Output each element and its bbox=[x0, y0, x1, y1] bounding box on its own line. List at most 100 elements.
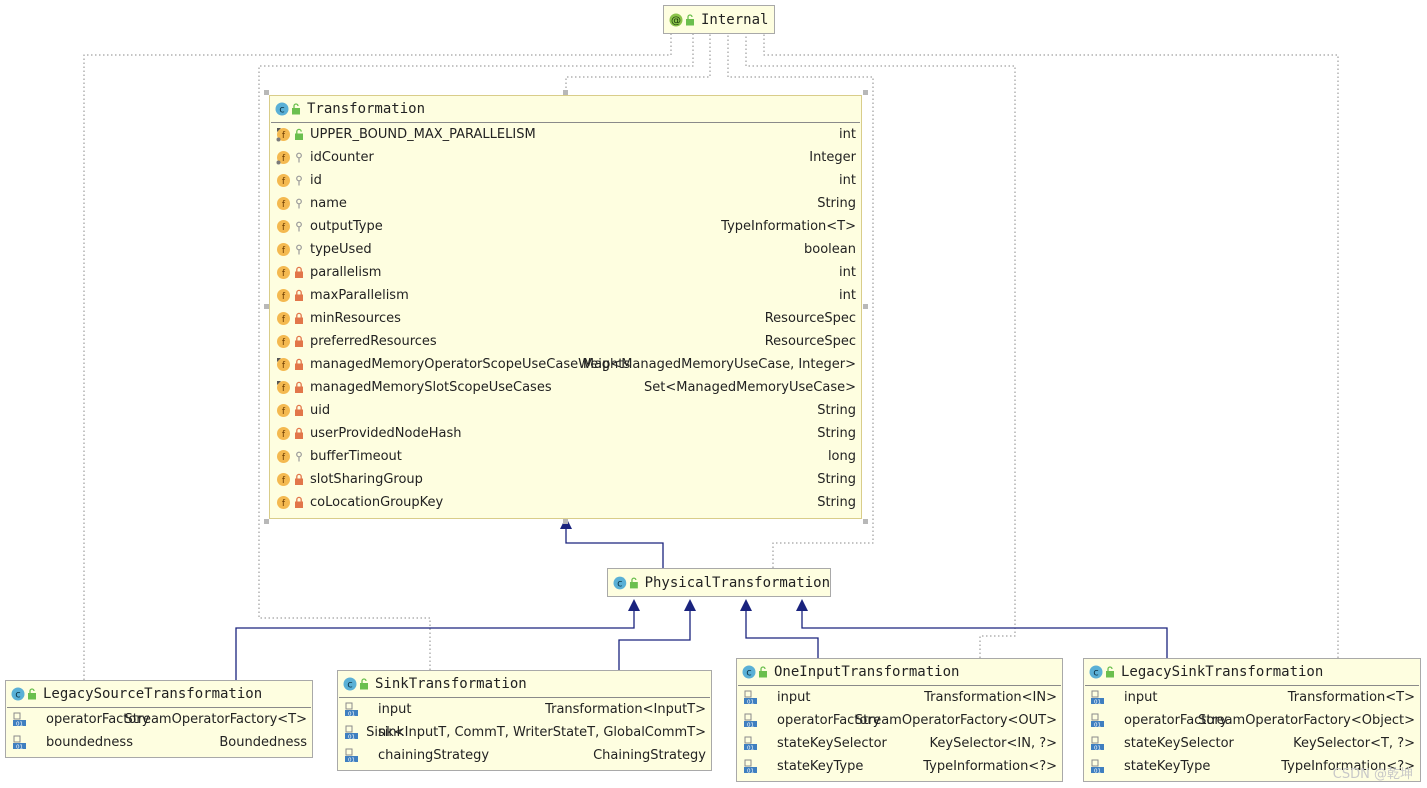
annotation-name: Internal bbox=[701, 11, 769, 28]
field-row[interactable]: 01 boundedness Boundedness bbox=[6, 731, 312, 754]
static-field-icon: f bbox=[276, 151, 290, 165]
field-row[interactable]: f minResources ResourceSpec bbox=[270, 307, 861, 330]
field-name: maxParallelism bbox=[310, 288, 409, 303]
field-row[interactable]: f slotSharingGroup String bbox=[270, 468, 861, 491]
private-lock-icon bbox=[295, 289, 303, 301]
field-name: typeUsed bbox=[310, 242, 372, 257]
field-row[interactable]: f preferredResources ResourceSpec bbox=[270, 330, 861, 353]
field-icon: f bbox=[277, 335, 290, 348]
one-input-transformation-class-box[interactable]: c OneInputTransformation 01 input Transfor… bbox=[736, 658, 1063, 782]
field-type: Sink<InputT, CommT, WriterStateT, Global… bbox=[366, 725, 706, 740]
field-icon: f bbox=[277, 404, 290, 417]
field-type: String bbox=[817, 403, 856, 418]
selection-handle[interactable] bbox=[863, 90, 868, 95]
field-name: stateKeySelector bbox=[1124, 736, 1234, 751]
svg-text:01: 01 bbox=[747, 699, 754, 705]
field-row[interactable]: f bufferTimeout long bbox=[270, 445, 861, 468]
selection-handle[interactable] bbox=[264, 90, 269, 95]
internal-annotation-box[interactable]: @ Internal bbox=[663, 5, 775, 34]
field-type: String bbox=[817, 196, 856, 211]
field-row[interactable]: f managedMemoryOperatorScopeUseCaseWeight… bbox=[270, 353, 861, 376]
private-lock-icon bbox=[295, 473, 303, 485]
field-row[interactable]: 01 operatorFactory StreamOperatorFactory<T… bbox=[6, 708, 312, 731]
watermark: CSDN @乾坤 bbox=[1332, 767, 1413, 782]
svg-text:c: c bbox=[15, 690, 21, 701]
field-row[interactable]: f id int bbox=[270, 169, 861, 192]
physical-transformation-class-box[interactable]: c PhysicalTransformation bbox=[607, 568, 831, 597]
selection-handle[interactable] bbox=[863, 304, 868, 309]
field-type: Integer bbox=[809, 150, 856, 165]
field-row[interactable]: 01 input Transformation<InputT> bbox=[338, 698, 711, 721]
field-row[interactable]: f outputType TypeInformation<T> bbox=[270, 215, 861, 238]
class-icon: c bbox=[11, 687, 25, 701]
private-lock-icon bbox=[295, 335, 303, 347]
field-row[interactable]: 01 operatorFactory StreamOperatorFactory<O… bbox=[1084, 709, 1420, 732]
selection-handle[interactable] bbox=[264, 304, 269, 309]
svg-text:01: 01 bbox=[1094, 699, 1101, 705]
transformation-class-box[interactable]: c Transformation f UPPER_BOUND_MAX_PARALL… bbox=[269, 95, 862, 519]
field-row[interactable]: f UPPER_BOUND_MAX_PARALLELISM int bbox=[270, 123, 861, 146]
field-type: String bbox=[817, 426, 856, 441]
field-name: slotSharingGroup bbox=[310, 472, 423, 487]
field-row[interactable]: 01 stateKeySelector KeySelector<IN, ?> bbox=[737, 732, 1062, 755]
field-row[interactable]: 01 stateKeyType TypeInformation<?> bbox=[737, 755, 1062, 778]
field-name: outputType bbox=[310, 219, 383, 234]
field-row[interactable]: 01 sink Sink<InputT, CommT, WriterStateT, … bbox=[338, 721, 711, 744]
field-row[interactable]: f maxParallelism int bbox=[270, 284, 861, 307]
selection-handle[interactable] bbox=[563, 90, 568, 95]
svg-text:c: c bbox=[1093, 668, 1099, 679]
class-icon: c bbox=[275, 102, 289, 116]
legacy-source-transformation-class-box[interactable]: c LegacySourceTransformation 01 operatorF… bbox=[5, 680, 313, 758]
field-row[interactable]: f coLocationGroupKey String bbox=[270, 491, 861, 514]
static-final-field-icon: f bbox=[276, 128, 290, 142]
class-icon: c bbox=[343, 677, 357, 691]
private-lock-icon bbox=[295, 358, 303, 370]
public-lock-icon bbox=[292, 103, 300, 115]
field-type: int bbox=[839, 288, 856, 303]
field-list: 01 input Transformation<InputT> 01 sink Sink<… bbox=[338, 698, 711, 767]
field-row[interactable]: 01 input Transformation<T> bbox=[1084, 686, 1420, 709]
svg-text:01: 01 bbox=[747, 745, 754, 751]
package-visibility-icon bbox=[296, 244, 302, 255]
field-row[interactable]: f parallelism int bbox=[270, 261, 861, 284]
field-type: String bbox=[817, 472, 856, 487]
private-lock-icon bbox=[295, 381, 303, 393]
field-name: input bbox=[378, 702, 412, 717]
sink-transformation-class-box[interactable]: c SinkTransformation 01 input Transformati… bbox=[337, 670, 712, 771]
public-lock-icon bbox=[686, 13, 694, 25]
inherit-arrow-physical-4 bbox=[796, 599, 808, 611]
field-row[interactable]: f uid String bbox=[270, 399, 861, 422]
class-name: LegacySinkTransformation bbox=[1121, 664, 1324, 680]
selection-handle[interactable] bbox=[563, 519, 568, 524]
selection-handle[interactable] bbox=[264, 519, 269, 524]
field-row[interactable]: f managedMemorySlotScopeUseCases Set<Manag… bbox=[270, 376, 861, 399]
field-row[interactable]: 01 stateKeySelector KeySelector<T, ?> bbox=[1084, 732, 1420, 755]
property-icon: 01 bbox=[345, 748, 358, 763]
svg-text:01: 01 bbox=[1094, 722, 1101, 728]
field-type: int bbox=[839, 127, 856, 142]
field-type: ResourceSpec bbox=[764, 334, 856, 349]
field-type: ResourceSpec bbox=[764, 311, 856, 326]
inherit-edge-physical bbox=[565, 527, 664, 568]
public-lock-icon bbox=[295, 128, 303, 140]
class-name: OneInputTransformation bbox=[774, 664, 960, 680]
field-type: Boundedness bbox=[219, 735, 307, 750]
field-row[interactable]: f typeUsed boolean bbox=[270, 238, 861, 261]
field-name: minResources bbox=[310, 311, 401, 326]
field-row[interactable]: f idCounter Integer bbox=[270, 146, 861, 169]
svg-text:01: 01 bbox=[747, 768, 754, 774]
final-field-icon: f bbox=[277, 381, 290, 394]
property-icon: 01 bbox=[744, 759, 757, 774]
property-icon: 01 bbox=[744, 713, 757, 728]
field-icon: f bbox=[277, 197, 290, 210]
field-row[interactable]: f userProvidedNodeHash String bbox=[270, 422, 861, 445]
field-name: UPPER_BOUND_MAX_PARALLELISM bbox=[310, 127, 536, 142]
selection-handle[interactable] bbox=[863, 519, 868, 524]
field-row[interactable]: 01 operatorFactory StreamOperatorFactory<O… bbox=[737, 709, 1062, 732]
field-row[interactable]: 01 input Transformation<IN> bbox=[737, 686, 1062, 709]
field-row[interactable]: f name String bbox=[270, 192, 861, 215]
svg-text:c: c bbox=[347, 680, 353, 691]
svg-text:c: c bbox=[746, 668, 752, 679]
svg-text:01: 01 bbox=[348, 711, 355, 717]
field-row[interactable]: 01 chainingStrategy ChainingStrategy bbox=[338, 744, 711, 767]
